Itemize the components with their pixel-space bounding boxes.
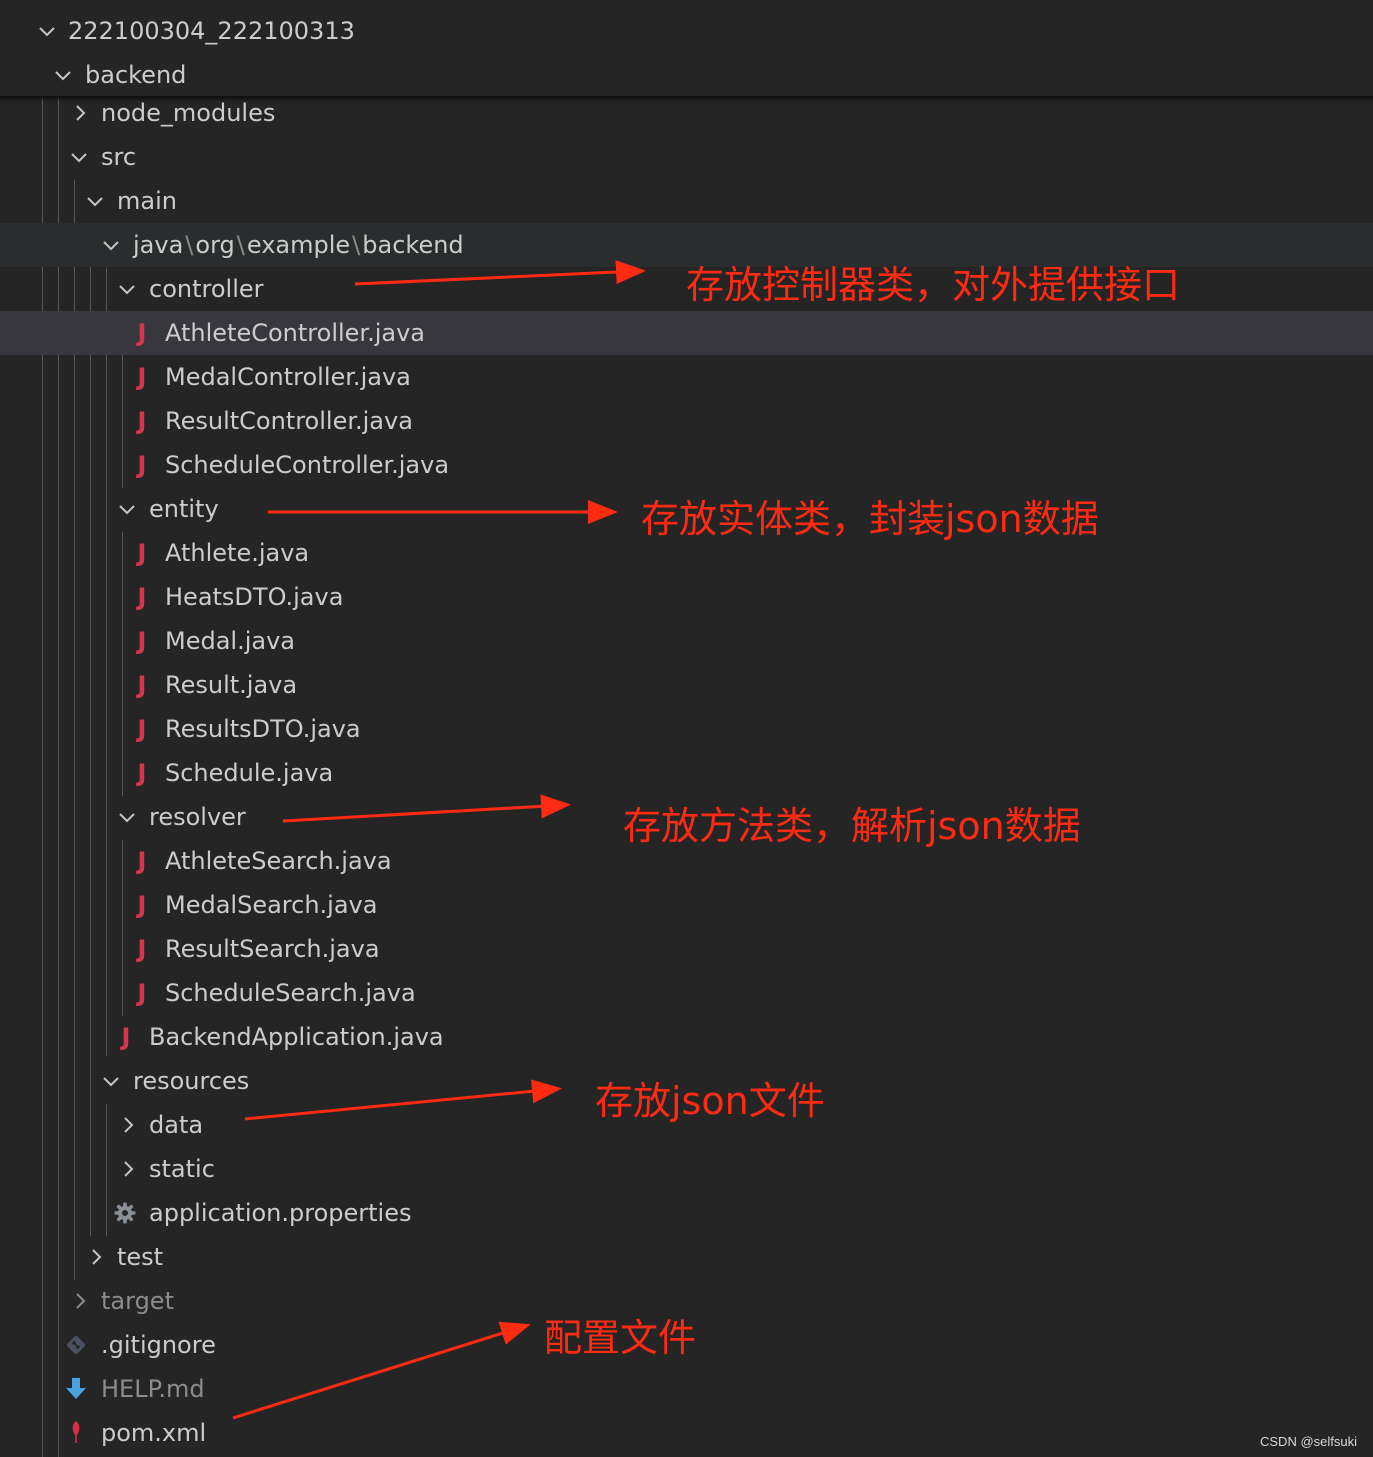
annotation-resources: 存放json文件 (595, 1079, 825, 1123)
annotation-arrows (232, 260, 646, 1420)
annotation-resolver: 存放方法类，解析json数据 (623, 804, 1081, 848)
annotation-entity: 存放实体类，封装json数据 (641, 497, 1099, 541)
arrow-config (232, 1321, 531, 1420)
arrow-controller (354, 260, 646, 286)
annotation-controller: 存放控制器类，对外提供接口 (686, 263, 1181, 307)
watermark: CSDN @selfsuki (1260, 1434, 1357, 1449)
annotation-config: 配置文件 (544, 1316, 697, 1360)
arrow-resolver (282, 794, 571, 823)
arrow-resources (244, 1079, 562, 1121)
